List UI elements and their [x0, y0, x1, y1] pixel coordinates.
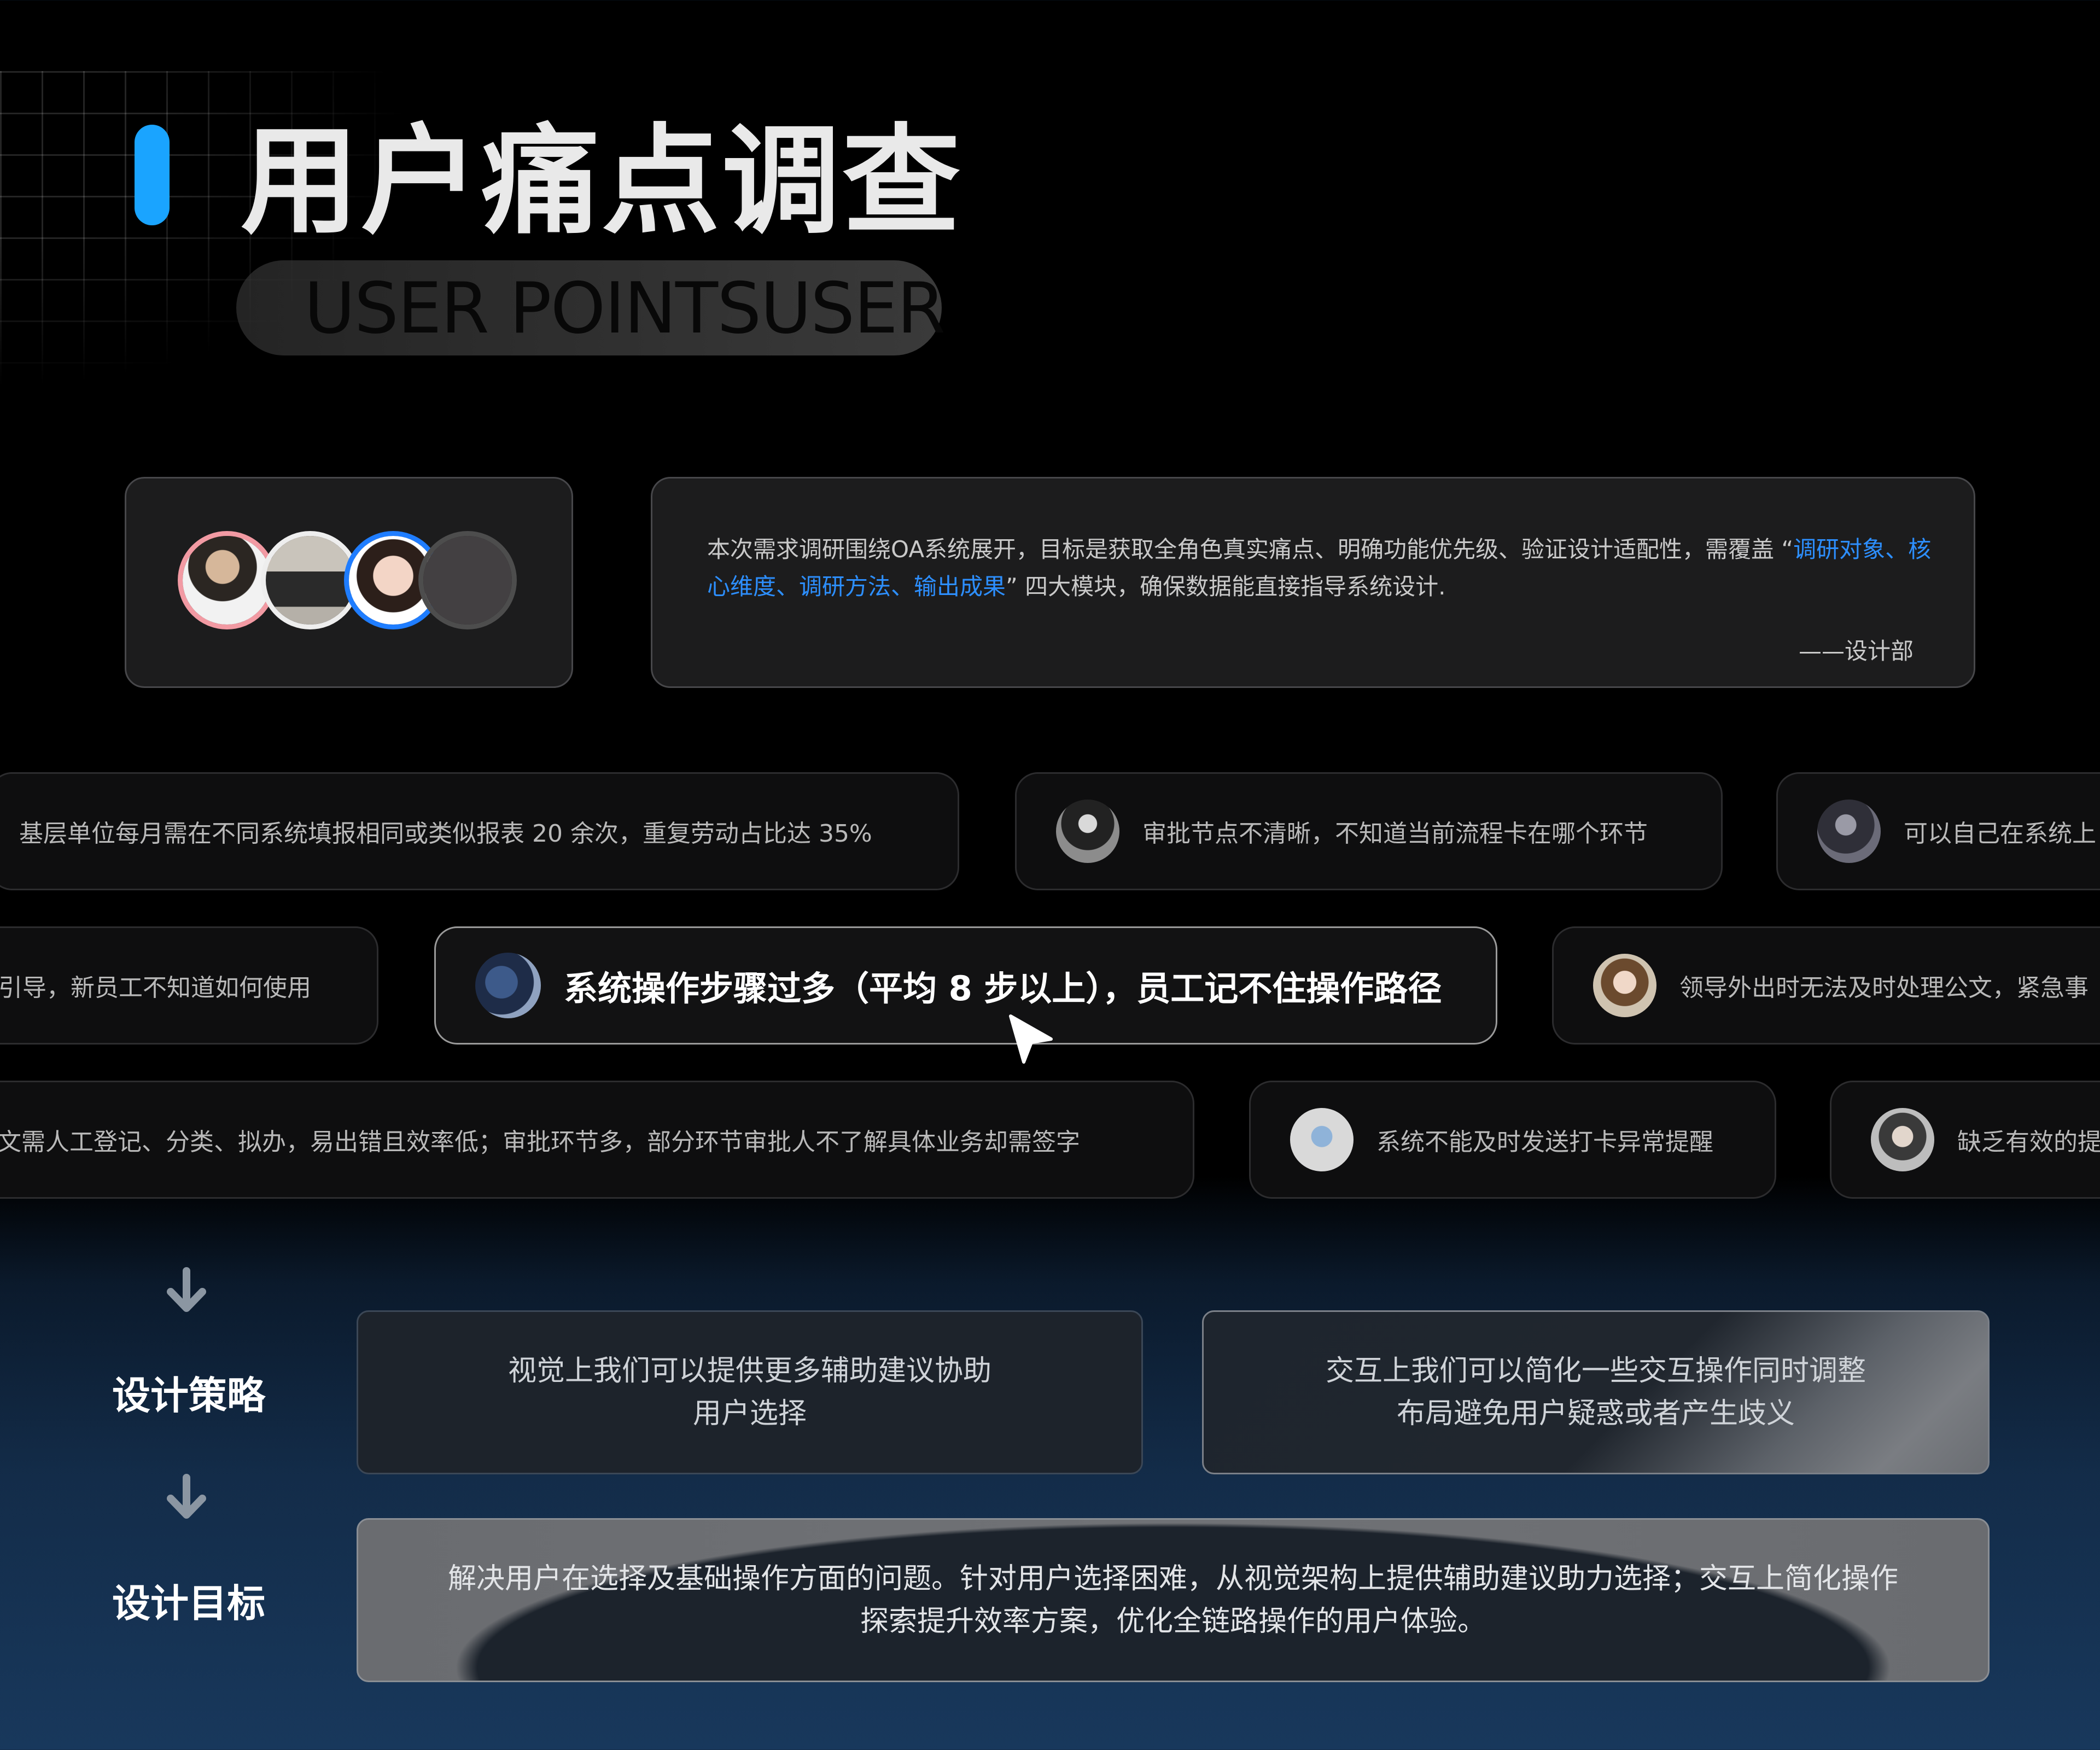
pain-point-text: 基层单位每月需在不同系统填报相同或类似报表 20 余次，重复劳动占比达 35%: [19, 820, 872, 848]
user-avatar-icon: [1871, 1108, 1934, 1171]
intro-text-before: 本次需求调研围绕OA系统展开，目标是获取全角色真实痛点、明确功能优先级、验证设计…: [707, 536, 1794, 563]
user-avatar-icon: [1290, 1108, 1354, 1171]
user-avatar-icon: [1593, 954, 1656, 1017]
page-title: 用户痛点调查: [241, 113, 963, 250]
pain-point-pill-active[interactable]: 系统操作步骤过多（平均 8 步以上），员工记不住操作路径: [434, 926, 1497, 1045]
pain-point-pill[interactable]: 审批节点不清晰，不知道当前流程卡在哪个环节: [1015, 772, 1723, 890]
pain-point-text: 可以自己在系统上: [1904, 820, 2096, 848]
pain-point-pill[interactable]: 文需人工登记、分类、拟办，易出错且效率低；审批环节多，部分环节审批人不了解具体业…: [0, 1081, 1194, 1199]
user-avatar-icon: [1817, 800, 1881, 863]
user-avatar-icon: [1056, 800, 1119, 863]
avatar-group-card: [125, 477, 573, 688]
page-subtitle: USER POINTSUSER: [304, 268, 946, 349]
user-avatar-icon: [475, 953, 541, 1018]
mouse-cursor-icon: [1009, 1014, 1053, 1064]
pain-point-text: 引导，新员工不知道如何使用: [0, 974, 311, 1002]
intro-text-after: ” 四大模块，确保数据能直接指导系统设计.: [1006, 573, 1446, 600]
strategy-label: 设计策略: [112, 1373, 265, 1418]
pain-point-pill[interactable]: 缺乏有效的提: [1830, 1081, 2100, 1199]
visual-strategy-card: 视觉上我们可以提供更多辅助建议协助 用户选择: [357, 1310, 1143, 1474]
intro-text: 本次需求调研围绕OA系统展开，目标是获取全角色真实痛点、明确功能优先级、验证设计…: [707, 531, 1932, 605]
pain-point-pill[interactable]: 领导外出时无法及时处理公文，紧急事: [1552, 926, 2100, 1045]
pain-point-pill[interactable]: 基层单位每月需在不同系统填报相同或类似报表 20 余次，重复劳动占比达 35%: [0, 772, 959, 890]
pain-point-pill[interactable]: 可以自己在系统上: [1776, 772, 2100, 890]
interaction-strategy-card: 交互上我们可以简化一些交互操作同时调整 布局避免用户疑惑或者产生歧义: [1202, 1310, 1990, 1474]
title-accent-bar: [135, 125, 170, 225]
pain-point-pill[interactable]: 引导，新员工不知道如何使用: [0, 926, 378, 1045]
pain-point-pill[interactable]: 系统不能及时发送打卡异常提醒: [1249, 1081, 1776, 1199]
arrow-down-icon: [167, 1267, 206, 1312]
design-goal-card: 解决用户在选择及基础操作方面的问题。针对用户选择困难，从视觉架构上提供辅助建议助…: [357, 1518, 1990, 1682]
pain-point-text: 系统操作步骤过多（平均 8 步以上），员工记不住操作路径: [564, 969, 1442, 1008]
user-avatar-icon: [418, 531, 517, 629]
intro-quote-card: 本次需求调研围绕OA系统展开，目标是获取全角色真实痛点、明确功能优先级、验证设计…: [651, 477, 1975, 688]
arrow-down-icon: [167, 1474, 206, 1519]
goal-label: 设计目标: [112, 1581, 265, 1626]
pain-point-text: 领导外出时无法及时处理公文，紧急事: [1679, 974, 2089, 1002]
intro-author: ——设计部: [1798, 638, 1914, 664]
pain-point-text: 缺乏有效的提: [1957, 1128, 2100, 1156]
pain-point-text: 审批节点不清晰，不知道当前流程卡在哪个环节: [1142, 820, 1648, 848]
pain-point-text: 系统不能及时发送打卡异常提醒: [1376, 1128, 1713, 1156]
pain-point-text: 文需人工登记、分类、拟办，易出错且效率低；审批环节多，部分环节审批人不了解具体业…: [0, 1128, 1080, 1156]
